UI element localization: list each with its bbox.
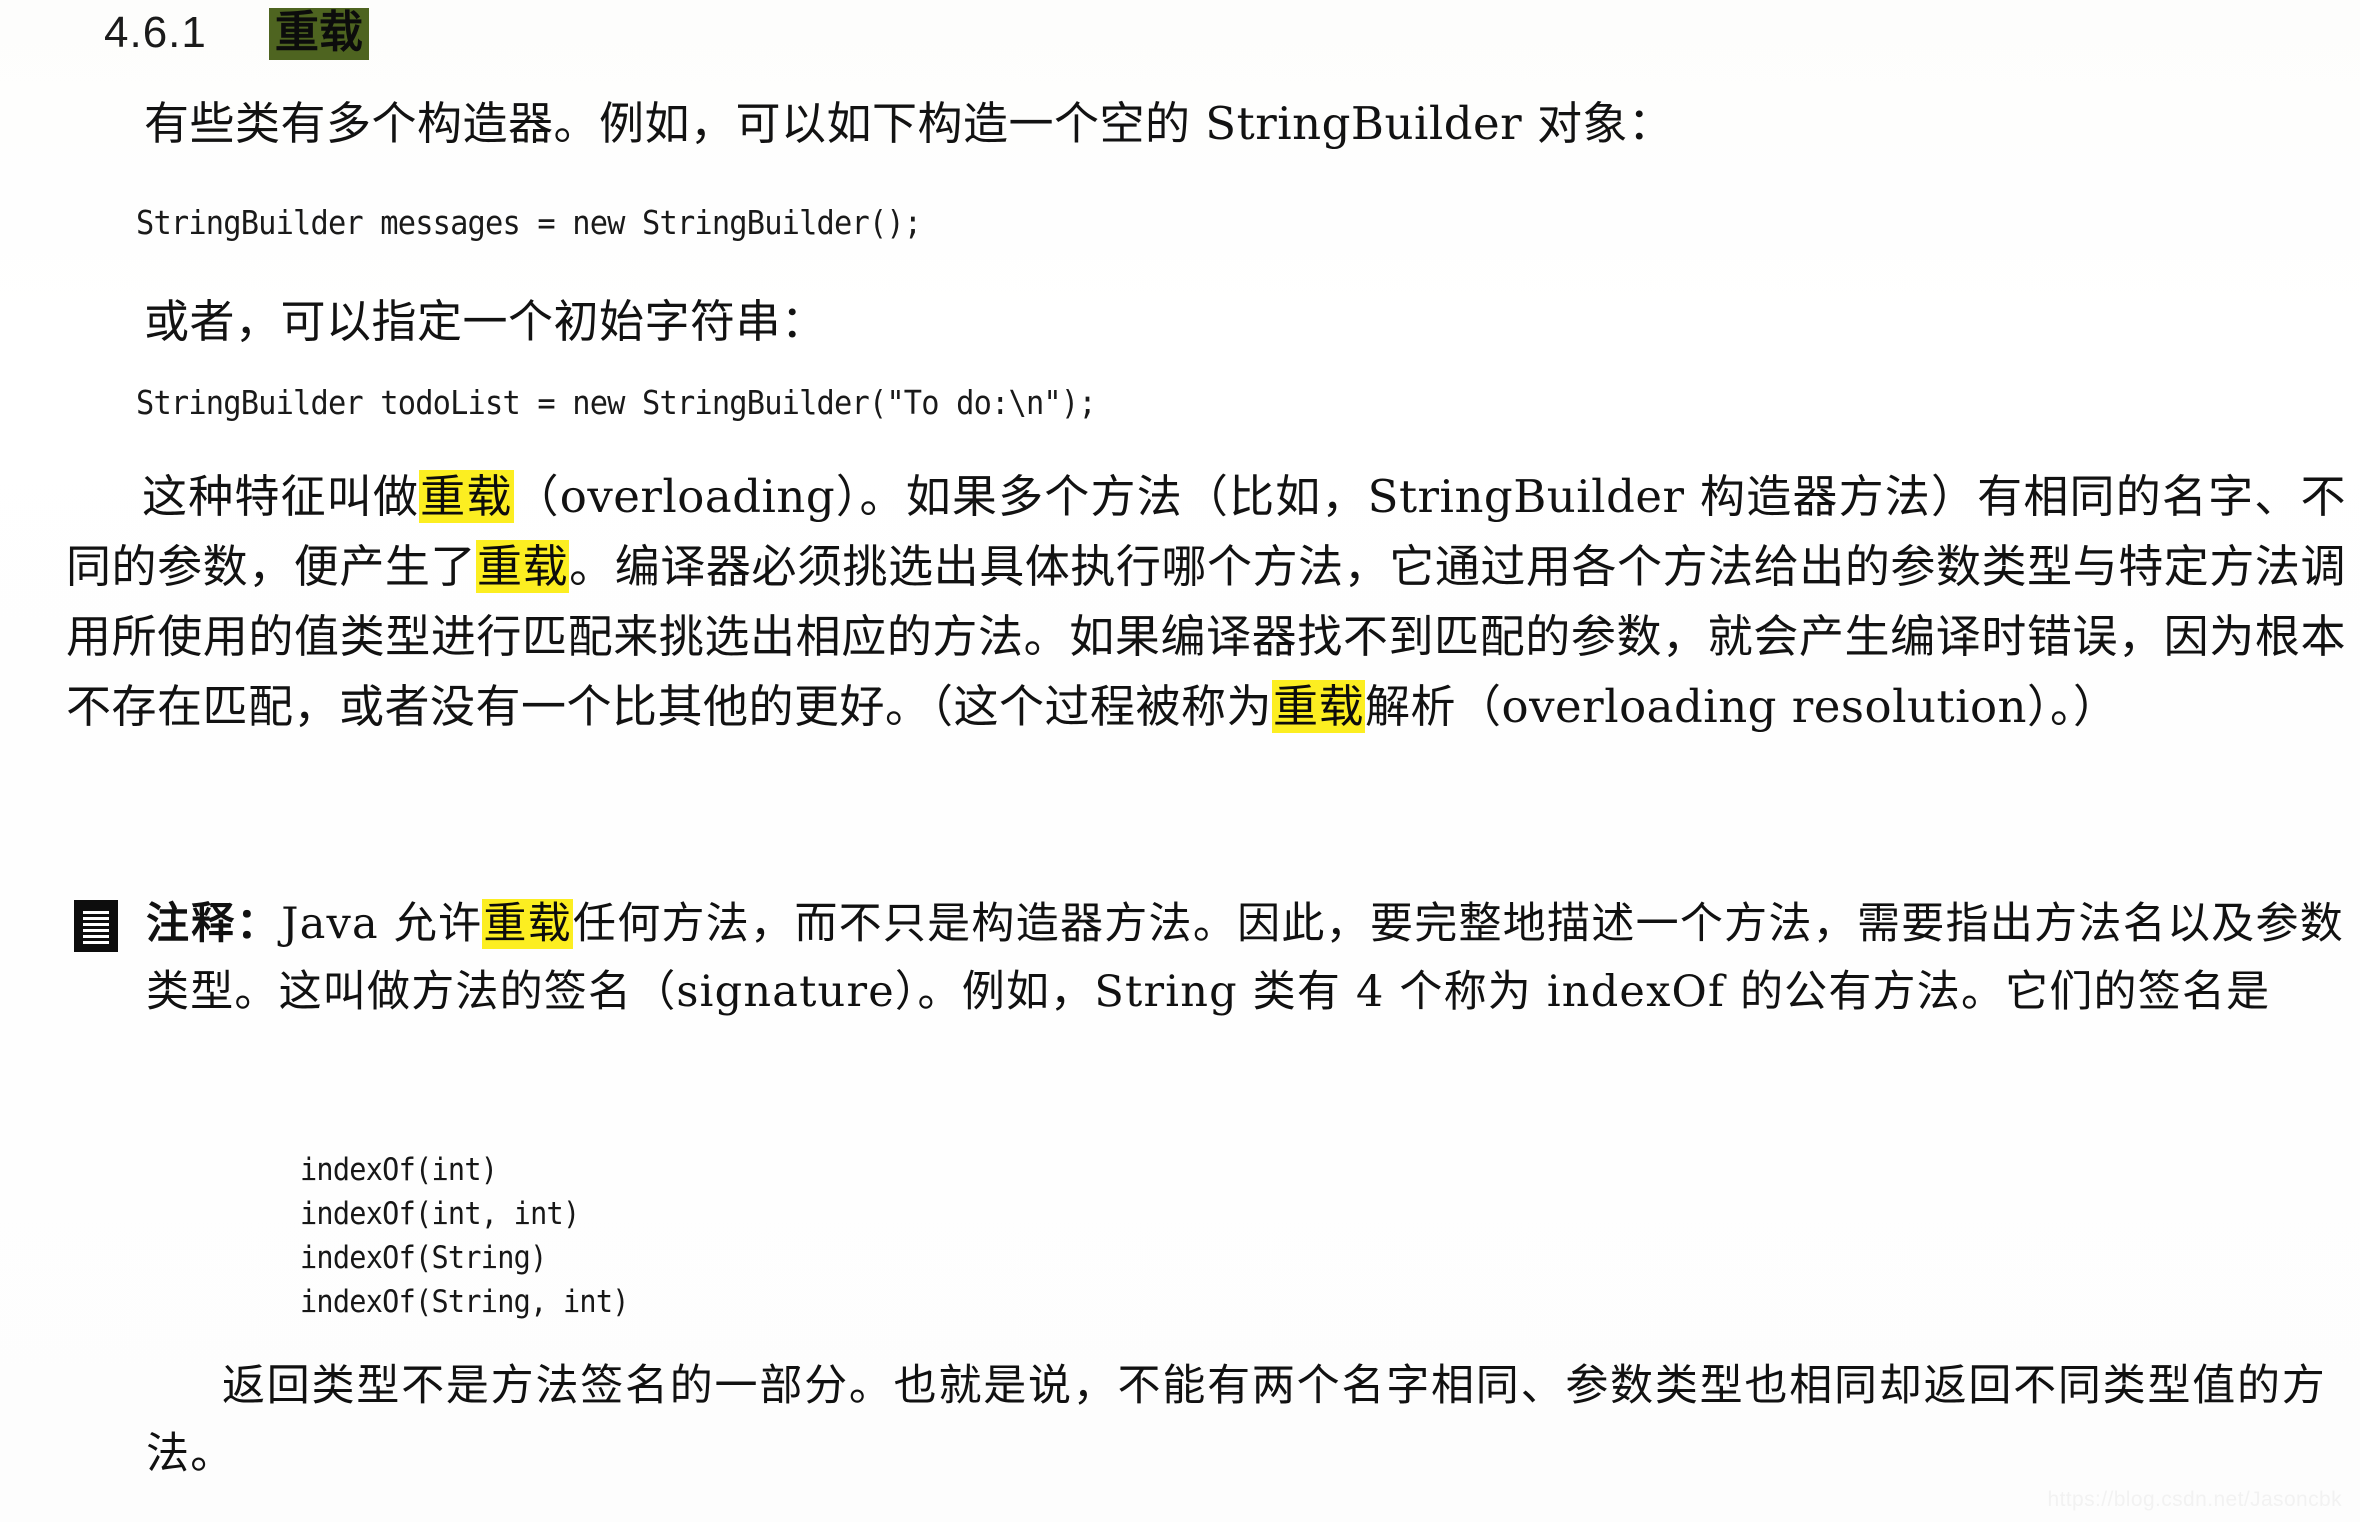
note-seg-1: Java 允许 [281, 899, 483, 949]
signature-line: indexOf(int) [300, 1152, 498, 1188]
note-closing-paragraph: 返回类型不是方法签名的一部分。也就是说，不能有两个名字相同、参数类型也相同却返回… [146, 1352, 2326, 1488]
highlight-chongzai-2: 重载 [476, 540, 570, 593]
section-title: 重载 [268, 8, 369, 61]
section-number: 4.6.1 [104, 8, 207, 57]
overloading-paragraph-seg-1: 这种特征叫做 [142, 470, 420, 523]
highlight-chongzai-4: 重载 [482, 899, 573, 949]
note-document-icon [74, 900, 118, 952]
code-line-stringbuilder-todolist: StringBuilder todoList = new StringBuild… [136, 383, 1097, 422]
signature-line: indexOf(int, int) [300, 1196, 580, 1232]
highlight-chongzai-3: 重载 [1272, 680, 1366, 733]
alternative-paragraph: 或者，可以指定一个初始字符串： [144, 295, 827, 348]
document-page: 4.6.1 重载 有些类有多个构造器。例如，可以如下构造一个空的 StringB… [0, 0, 2360, 1522]
note-closing-text: 返回类型不是方法签名的一部分。也就是说，不能有两个名字相同、参数类型也相同却返回… [146, 1361, 2326, 1479]
intro-paragraph: 有些类有多个构造器。例如，可以如下构造一个空的 StringBuilder 对象… [144, 97, 1674, 150]
watermark: https://blog.csdn.net/Jasoncbk [2047, 1488, 2342, 1511]
note-label: 注释： [146, 899, 282, 949]
section-heading: 4.6.1 重载 [104, 8, 369, 61]
signature-line: indexOf(String) [300, 1240, 547, 1276]
highlight-chongzai-1: 重载 [419, 470, 514, 523]
signature-line: indexOf(String, int) [300, 1284, 629, 1320]
overloading-paragraph: 这种特征叫做重载（overloading）。如果多个方法（比如，StringBu… [66, 462, 2346, 742]
note-text: 注释：Java 允许重载任何方法，而不只是构造器方法。因此，要完整地描述一个方法… [74, 890, 2344, 1026]
note-callout: 注释：Java 允许重载任何方法，而不只是构造器方法。因此，要完整地描述一个方法… [74, 890, 2344, 1026]
overloading-paragraph-seg-4: 解析（overloading resolution）。） [1365, 680, 2119, 733]
signature-code-block: indexOf(int) indexOf(int, int) indexOf(S… [300, 1148, 629, 1324]
code-line-stringbuilder-empty: StringBuilder messages = new StringBuild… [136, 203, 922, 242]
